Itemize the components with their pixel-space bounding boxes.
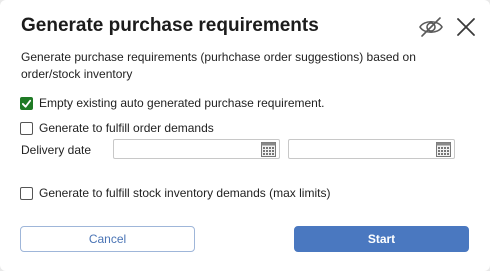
- empty-existing-label: Empty existing auto generated purchase r…: [39, 96, 325, 110]
- empty-existing-checkbox[interactable]: [20, 96, 33, 110]
- cancel-button[interactable]: Cancel: [20, 226, 195, 252]
- delivery-date-label: Delivery date: [21, 143, 92, 157]
- fulfill-order-demands-label: Generate to fulfill order demands: [39, 121, 214, 135]
- visibility-toggle-button[interactable]: [418, 14, 444, 40]
- calendar-icon[interactable]: [436, 142, 451, 157]
- delivery-date-to-field[interactable]: [288, 139, 455, 159]
- fulfill-order-demands-checkbox[interactable]: [20, 121, 33, 135]
- delivery-date-to-input[interactable]: [289, 140, 432, 158]
- empty-existing-option[interactable]: Empty existing auto generated purchase r…: [20, 95, 325, 111]
- delivery-date-from-input[interactable]: [114, 140, 257, 158]
- calendar-icon[interactable]: [261, 142, 276, 157]
- dialog-title: Generate purchase requirements: [21, 15, 319, 36]
- eye-slash-icon: [419, 17, 443, 37]
- fulfill-stock-inventory-checkbox[interactable]: [20, 186, 33, 200]
- delivery-date-from-field[interactable]: [113, 139, 280, 159]
- fulfill-stock-inventory-option[interactable]: Generate to fulfill stock inventory dema…: [20, 185, 330, 201]
- close-button[interactable]: [453, 14, 479, 40]
- close-icon: [457, 18, 475, 36]
- fulfill-order-demands-option[interactable]: Generate to fulfill order demands: [20, 120, 214, 136]
- checkmark-icon: [21, 99, 32, 108]
- dialog-description: Generate purchase requirements (purhchas…: [21, 50, 416, 81]
- generate-purchase-requirements-dialog: Generate purchase requirements Generate …: [0, 0, 490, 271]
- fulfill-stock-inventory-label: Generate to fulfill stock inventory dema…: [39, 186, 331, 200]
- start-button[interactable]: Start: [294, 226, 469, 252]
